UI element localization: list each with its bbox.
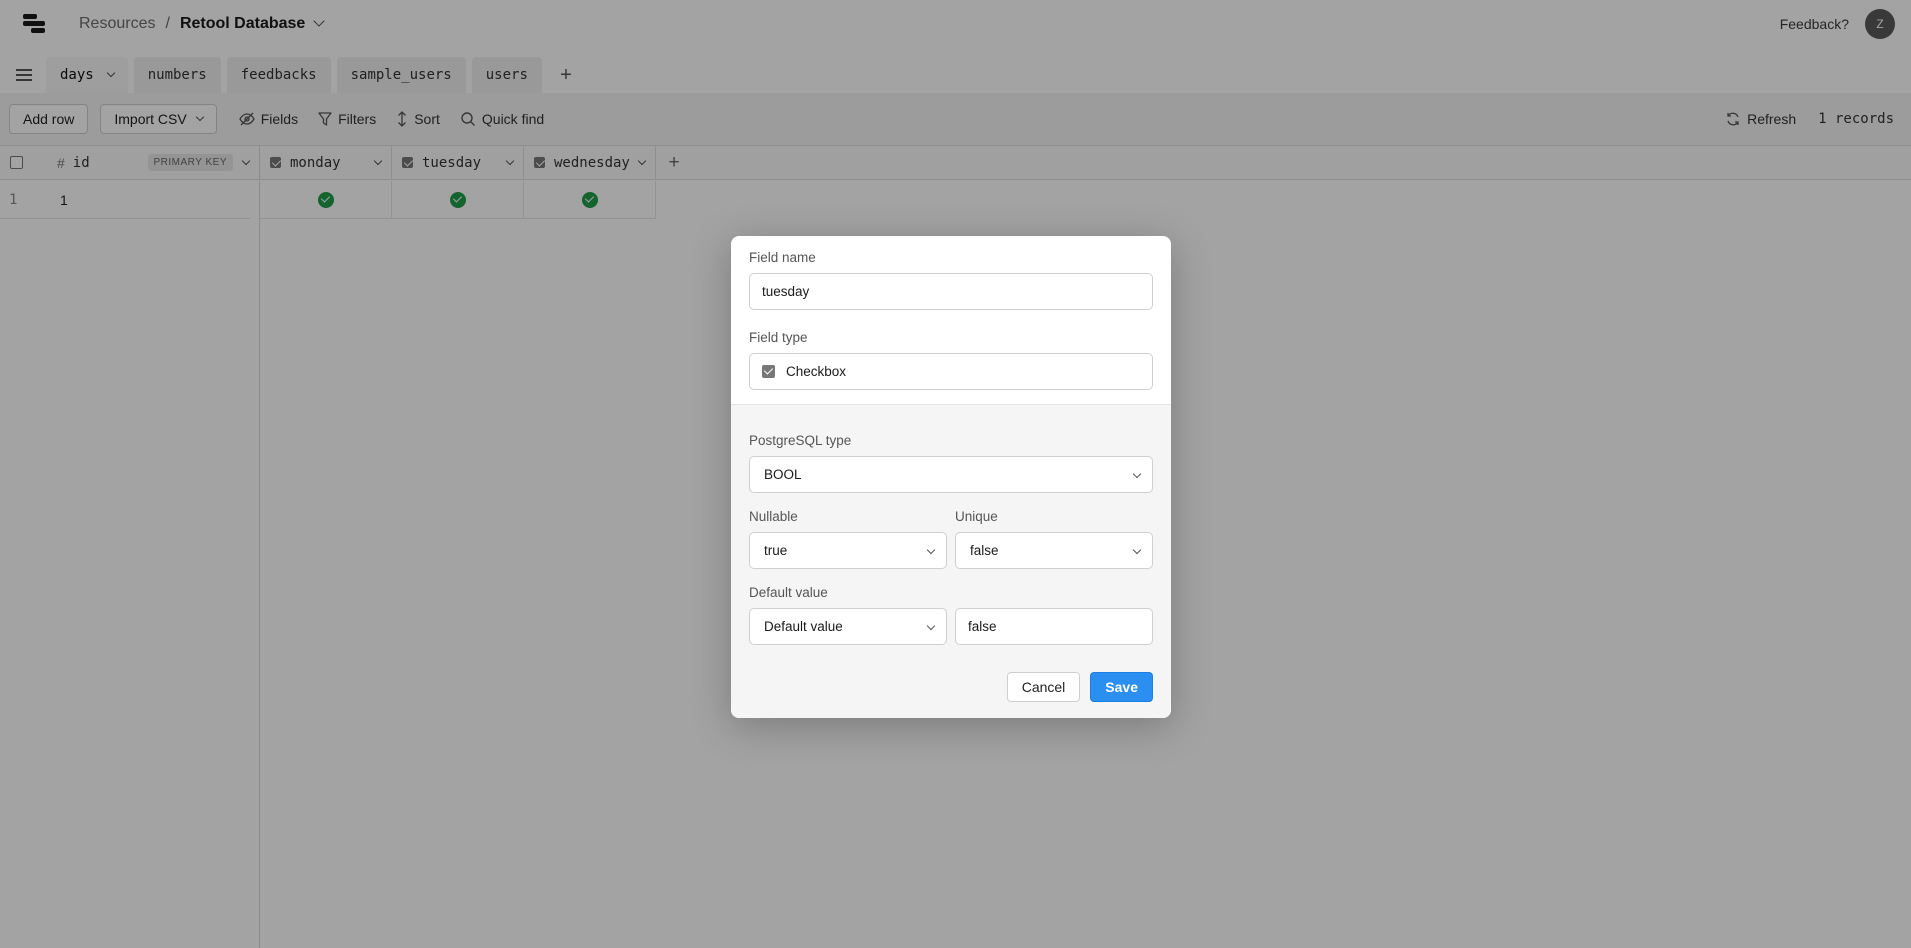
advanced-section: PostgreSQL type BOOL Nullable true Uniqu… [731,404,1171,718]
chevron-down-icon [926,621,936,631]
save-button[interactable]: Save [1090,672,1153,702]
chevron-down-icon [926,545,936,555]
postgresql-type-label: PostgreSQL type [749,433,852,448]
checkbox-type-icon [762,365,775,378]
default-value-input[interactable]: false [955,608,1153,645]
unique-label: Unique [955,509,998,524]
nullable-select[interactable]: true [749,532,947,569]
default-value-label: Default value [749,585,828,600]
default-mode-select[interactable]: Default value [749,608,947,645]
chevron-down-icon [1132,545,1142,555]
select-value: Default value [764,619,843,634]
nullable-label: Nullable [749,509,798,524]
field-type-label: Field type [749,330,808,345]
unique-select[interactable]: false [955,532,1153,569]
field-basics-section: Field name tuesday Field type Checkbox [731,236,1171,404]
cancel-button[interactable]: Cancel [1006,672,1081,702]
edit-field-dialog: Field name tuesday Field type Checkbox P… [731,236,1171,718]
chevron-down-icon [1132,469,1142,479]
select-value: false [970,543,999,558]
select-value: true [764,543,788,558]
field-type-select[interactable]: Checkbox [749,353,1153,390]
field-type-value: Checkbox [786,364,847,379]
field-name-input[interactable]: tuesday [749,273,1153,310]
field-name-label: Field name [749,250,816,265]
postgresql-type-select[interactable]: BOOL [749,456,1153,493]
select-value: BOOL [764,467,802,482]
